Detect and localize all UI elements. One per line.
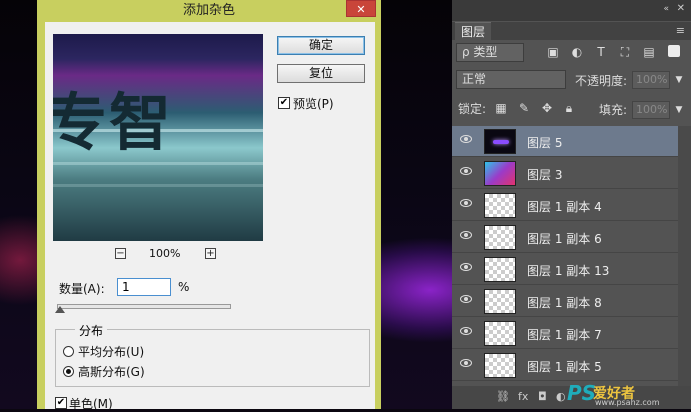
preview-checkbox[interactable]: ✔: [278, 97, 290, 109]
watermark-ps: PS: [567, 381, 597, 405]
tab-layers[interactable]: 图层: [455, 22, 491, 41]
amount-input[interactable]: 1: [117, 278, 171, 296]
add-mask-icon[interactable]: ◘: [538, 390, 547, 403]
distribution-label: 分布: [75, 322, 108, 339]
watermark-url: www.psahz.com: [595, 398, 660, 407]
panel-header: « ✕: [452, 0, 691, 21]
reset-button[interactable]: 复位: [277, 64, 365, 83]
amount-label: 数量(A):: [59, 282, 105, 296]
dialog-body: 专智 − 100% + 确定 复位 ✔ 预览(P) 数量(A): 1 % 分布 …: [45, 22, 375, 411]
layers-panel: « ✕ 图层 ≡ ρ 类型 ▣ ◐ T ⛶ ▤ 正常 不透明度: 100% ▼ …: [452, 0, 691, 409]
monochromatic-label: 单色(M): [69, 397, 113, 411]
gaussian-label: 高斯分布(G): [78, 365, 145, 379]
shape-filter-icon[interactable]: ⛶: [618, 45, 632, 59]
layer-thumbnail[interactable]: [484, 321, 516, 346]
watermark-logo: PS 爱好者 www.psahz.com: [567, 379, 687, 407]
layer-row[interactable]: 图层 1 副本 13: [452, 254, 678, 285]
opacity-label: 不透明度:: [575, 74, 628, 88]
monochromatic-checkbox[interactable]: ✔: [55, 397, 67, 409]
type-filter-icon[interactable]: T: [594, 45, 608, 59]
preview-streak: [53, 184, 263, 187]
layer-thumbnail[interactable]: [484, 289, 516, 314]
fill-dropdown-icon[interactable]: ▼: [672, 103, 686, 117]
layer-row[interactable]: 图层 1 副本 4: [452, 190, 678, 221]
visibility-eye-icon[interactable]: [460, 231, 472, 239]
adjustment-layer-icon[interactable]: ◐: [556, 390, 566, 403]
layer-thumbnail[interactable]: [484, 193, 516, 218]
filter-toggle-icon[interactable]: [668, 45, 680, 57]
close-button[interactable]: ✕: [346, 0, 376, 17]
layer-name[interactable]: 图层 1 副本 8: [527, 294, 602, 311]
layer-row[interactable]: 图层 5: [452, 126, 678, 157]
layers-list: 图层 5 图层 3 图层 1 副本 4 图层 1 副本 6 图层 1 副本 13 图层 1…: [452, 126, 691, 386]
lock-position-icon[interactable]: ✥: [540, 101, 554, 115]
visibility-eye-icon[interactable]: [460, 167, 472, 175]
uniform-radio[interactable]: [63, 346, 74, 357]
layer-row[interactable]: 图层 1 副本 6: [452, 222, 678, 253]
ok-button[interactable]: 确定: [277, 36, 365, 55]
link-layers-icon[interactable]: ⛓: [496, 390, 510, 403]
amount-unit: %: [178, 280, 190, 294]
adjustment-filter-icon[interactable]: ◐: [570, 45, 584, 59]
layer-name[interactable]: 图层 3: [527, 166, 562, 183]
zoom-level: 100%: [149, 247, 181, 260]
visibility-eye-icon[interactable]: [460, 327, 472, 335]
layer-style-icon[interactable]: fx: [518, 390, 528, 403]
opacity-input[interactable]: 100%: [632, 71, 670, 89]
preview-text: 专智: [53, 86, 174, 159]
layer-thumbnail[interactable]: [484, 225, 516, 250]
filter-type-select[interactable]: ρ 类型: [456, 43, 524, 62]
visibility-eye-icon[interactable]: [460, 135, 472, 143]
layer-name[interactable]: 图层 1 副本 6: [527, 230, 602, 247]
layer-thumbnail[interactable]: [484, 353, 516, 378]
visibility-eye-icon[interactable]: [460, 359, 472, 367]
blend-mode-select[interactable]: 正常: [456, 70, 566, 89]
lock-all-icon[interactable]: 🔒︎: [562, 101, 576, 115]
fill-input[interactable]: 100%: [632, 101, 670, 119]
layer-row[interactable]: 图层 3: [452, 158, 678, 189]
preview-streak: [53, 162, 263, 165]
fill-label: 填充:: [599, 103, 628, 117]
panel-close-icon[interactable]: ✕: [677, 3, 685, 14]
zoom-controls: − 100% +: [115, 247, 235, 262]
layer-name[interactable]: 图层 1 副本 7: [527, 326, 602, 343]
panel-menu-icon[interactable]: ≡: [676, 24, 685, 37]
preview-label: 预览(P): [293, 97, 334, 111]
lock-pixels-icon[interactable]: ✎: [517, 101, 531, 115]
layer-thumbnail[interactable]: [484, 129, 516, 154]
layer-thumbnail[interactable]: [484, 257, 516, 282]
layer-name[interactable]: 图层 1 副本 4: [527, 198, 602, 215]
layer-row[interactable]: 图层 1 副本 7: [452, 318, 678, 349]
smart-object-filter-icon[interactable]: ▤: [642, 45, 656, 59]
dialog-title: 添加杂色: [182, 3, 235, 18]
visibility-eye-icon[interactable]: [460, 295, 472, 303]
preview-image[interactable]: 专智: [53, 34, 263, 241]
image-filter-icon[interactable]: ▣: [546, 45, 560, 59]
lock-transparency-icon[interactable]: ▦: [494, 101, 508, 115]
zoom-out-button[interactable]: −: [115, 248, 126, 259]
layer-row[interactable]: 图层 1 副本 5: [452, 350, 678, 381]
layer-name[interactable]: 图层 5: [527, 134, 562, 151]
layer-name[interactable]: 图层 1 副本 5: [527, 358, 602, 375]
opacity-dropdown-icon[interactable]: ▼: [672, 73, 686, 87]
layer-name[interactable]: 图层 1 副本 13: [527, 262, 609, 279]
uniform-label: 平均分布(U): [78, 345, 145, 359]
gaussian-radio[interactable]: [63, 366, 74, 377]
layer-thumbnail[interactable]: [484, 161, 516, 186]
visibility-eye-icon[interactable]: [460, 199, 472, 207]
amount-slider[interactable]: [57, 304, 231, 309]
layer-row[interactable]: 图层 1 副本 8: [452, 286, 678, 317]
zoom-in-button[interactable]: +: [205, 248, 216, 259]
add-noise-dialog: 添加杂色 ✕ 专智 − 100% + 确定 复位 ✔ 预览(P) 数量(A): …: [37, 0, 381, 411]
amount-slider-thumb[interactable]: [55, 306, 65, 313]
visibility-eye-icon[interactable]: [460, 263, 472, 271]
collapse-icon[interactable]: «: [663, 4, 669, 14]
lock-label: 锁定:: [458, 102, 487, 116]
layers-scrollbar[interactable]: [678, 126, 691, 386]
